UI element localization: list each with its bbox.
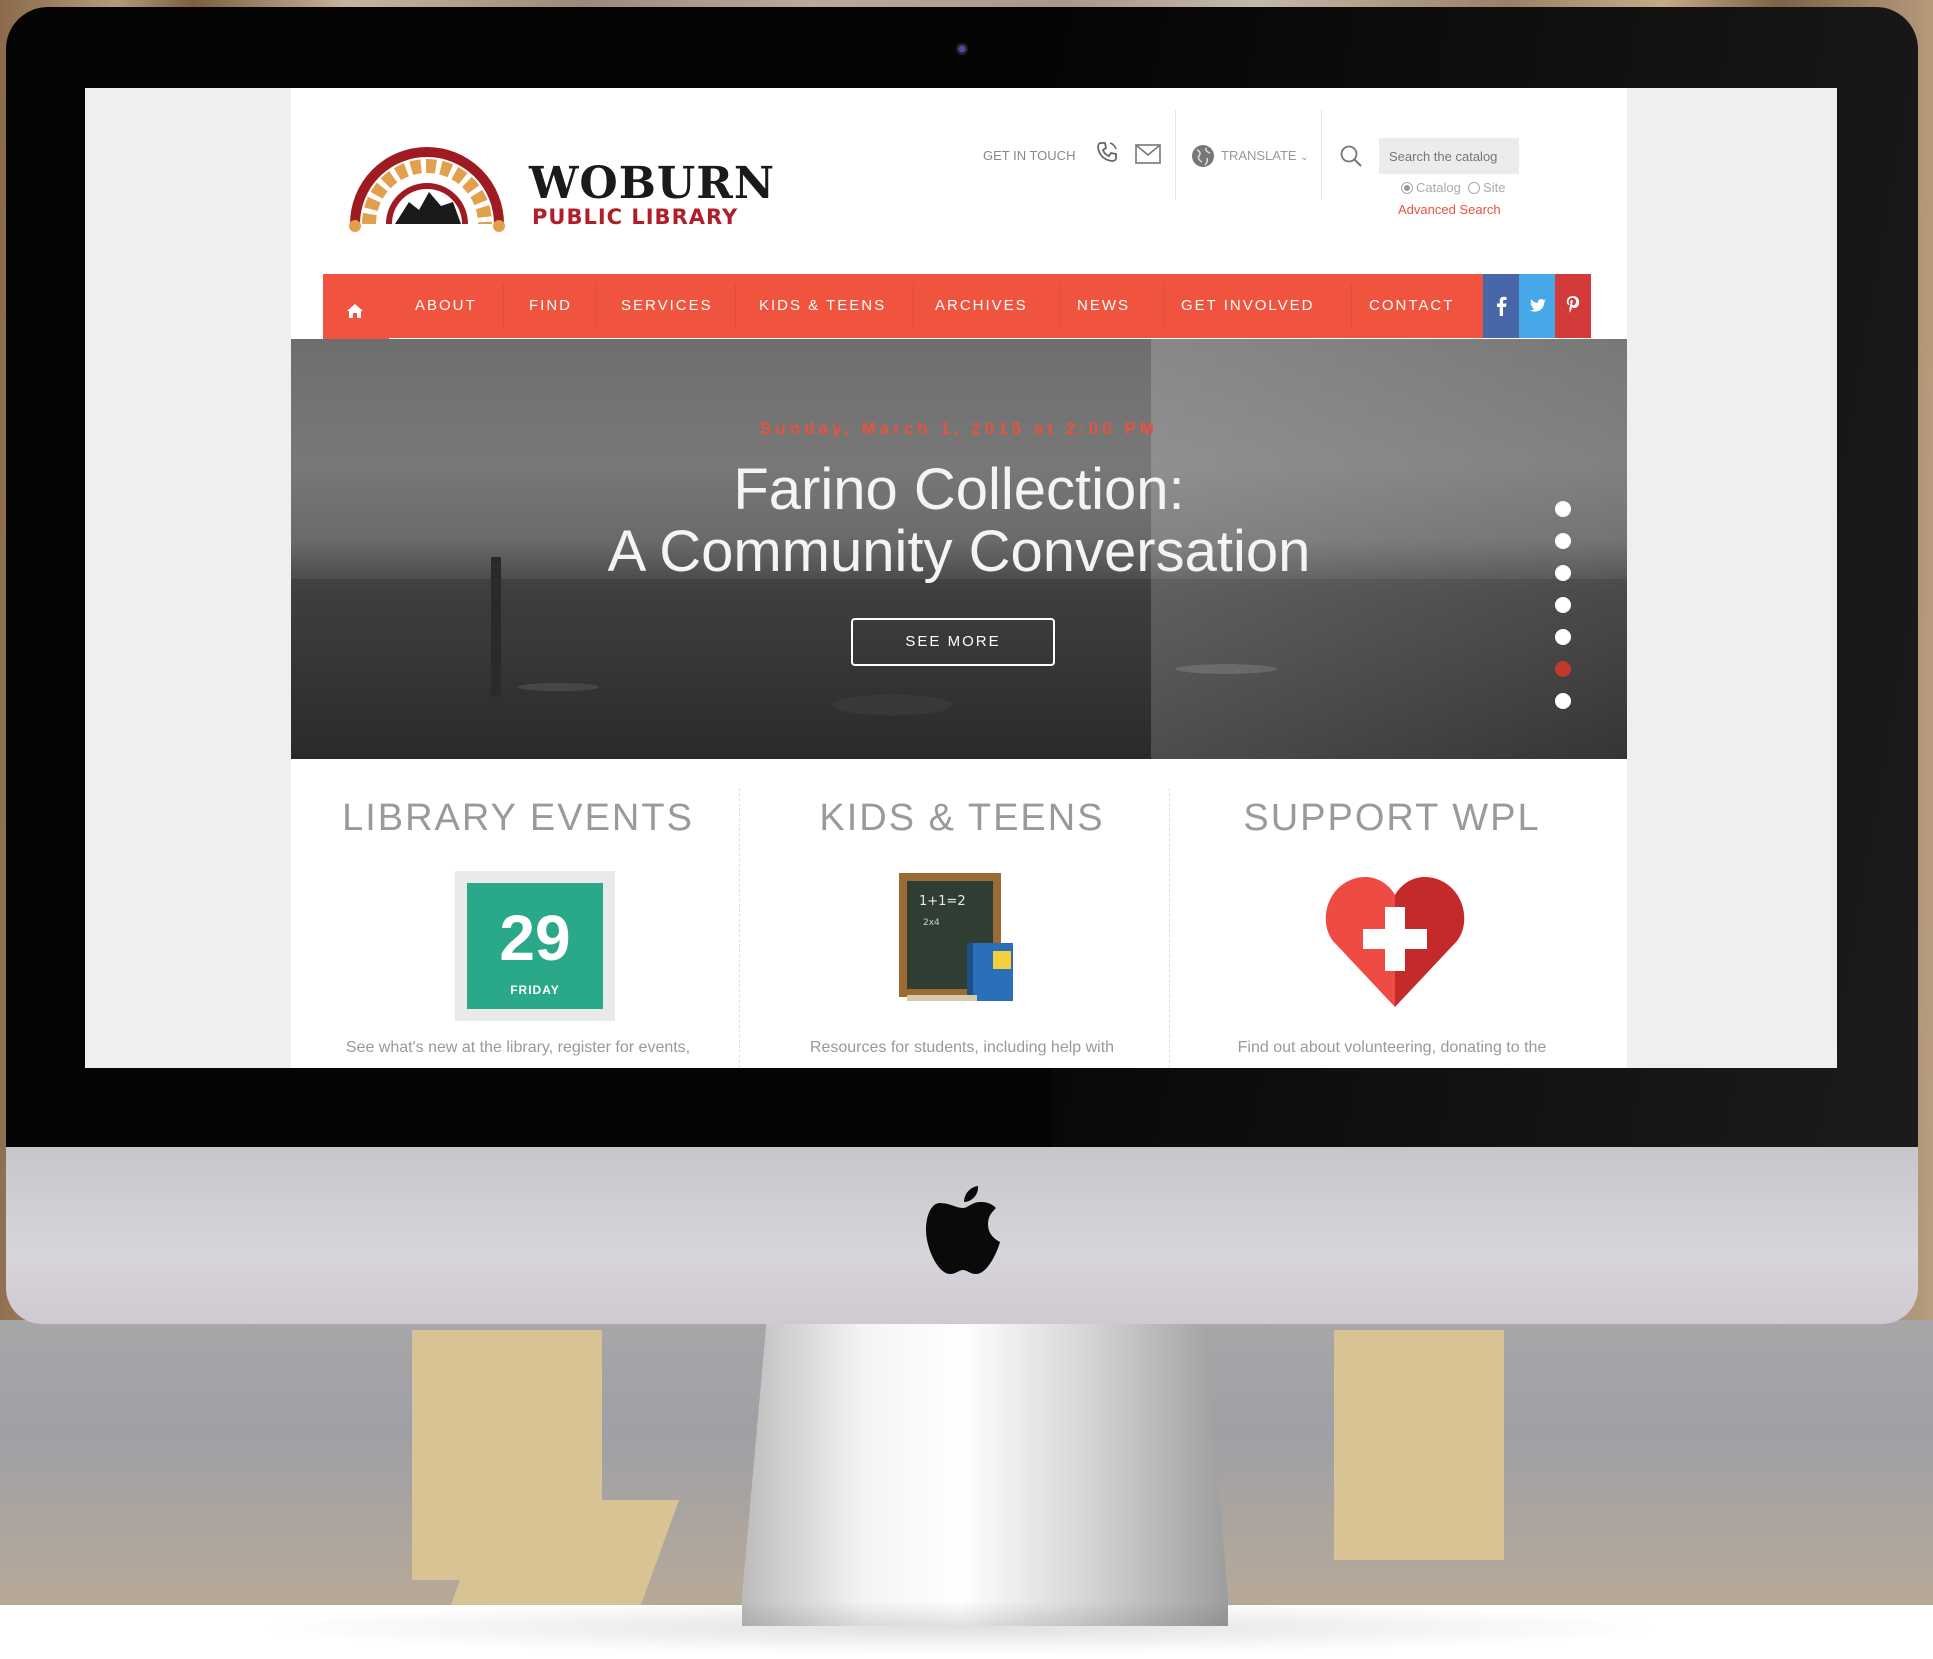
hero-date: Sunday, March 1, 2015 at 2:00 PM: [760, 419, 1158, 438]
hero-title: Farino Collection: A Community Conversat…: [291, 459, 1627, 583]
svg-text:2x4: 2x4: [923, 918, 940, 928]
slider-dot[interactable]: [1555, 565, 1571, 581]
advanced-search-link[interactable]: Advanced Search: [1398, 202, 1501, 217]
feature-description: See what's new at the library, register …: [345, 1039, 691, 1056]
nav-divider: [1163, 284, 1164, 328]
radio-site[interactable]: [1468, 181, 1481, 194]
search-icon[interactable]: [1339, 144, 1363, 168]
webpage: WOBURN PUBLIC LIBRARY GET IN TOUCH TRANS…: [291, 88, 1627, 1068]
twitter-icon: [1530, 299, 1546, 312]
nav-item-kids-teens[interactable]: KIDS & TEENS: [759, 274, 886, 338]
screen: WOBURN PUBLIC LIBRARY GET IN TOUCH TRANS…: [85, 88, 1837, 1068]
table-front: [450, 1500, 680, 1605]
nav-item-about[interactable]: ABOUT: [415, 274, 477, 338]
slider-dot[interactable]: [1555, 501, 1571, 517]
nav-item-services[interactable]: SERVICES: [621, 274, 713, 338]
chalkboard-icon[interactable]: 1+1=2 2x4: [897, 871, 1027, 1006]
feature-title[interactable]: LIBRARY EVENTS: [303, 797, 733, 840]
apple-logo-icon: [926, 1186, 1000, 1274]
library-logo-icon[interactable]: [345, 132, 509, 232]
calendar-number: 29: [499, 902, 571, 974]
nav-item-news[interactable]: NEWS: [1077, 274, 1130, 338]
logo-title[interactable]: WOBURN: [529, 158, 775, 209]
nav-divider: [1059, 284, 1060, 328]
feature-title[interactable]: SUPPORT WPL: [1177, 797, 1607, 840]
main-nav: ABOUT FIND SERVICES KIDS & TEENS ARCHIVE…: [323, 274, 1591, 349]
feature-library-events[interactable]: LIBRARY EVENTS 29 FRIDAY See what's new …: [303, 759, 733, 1068]
feature-title[interactable]: KIDS & TEENS: [747, 797, 1177, 840]
radio-catalog-label[interactable]: Catalog: [1416, 180, 1461, 195]
translate-label: TRANSLATE: [1221, 148, 1297, 163]
logo-subtitle[interactable]: PUBLIC LIBRARY: [532, 205, 738, 229]
svg-text:1+1=2: 1+1=2: [919, 894, 966, 909]
column-divider: [1169, 788, 1170, 1068]
hero-title-line2: A Community Conversation: [607, 519, 1311, 584]
radio-site-label[interactable]: Site: [1483, 180, 1505, 195]
radio-catalog[interactable]: [1401, 181, 1413, 194]
chevron-down-icon: ⌄: [1300, 152, 1309, 163]
feature-kids-teens[interactable]: KIDS & TEENS 1+1=2 2x4 Resources for stu…: [747, 759, 1177, 1068]
slider-dot[interactable]: [1555, 533, 1571, 549]
slider-dot[interactable]: [1555, 693, 1571, 709]
slider-dot-active[interactable]: [1555, 661, 1571, 677]
feature-support-wpl[interactable]: SUPPORT WPL Find out about volunteering,…: [1177, 759, 1607, 1068]
slider-dot[interactable]: [1555, 597, 1571, 613]
search-scope: Catalog Site: [1401, 180, 1505, 195]
heart-plus-icon[interactable]: [1325, 871, 1465, 1007]
slider-dot[interactable]: [1555, 629, 1571, 645]
hero-title-line1: Farino Collection:: [733, 457, 1185, 522]
slider-dots: [1555, 501, 1573, 725]
mail-icon[interactable]: [1135, 144, 1161, 164]
translate-dropdown[interactable]: TRANSLATE ⌄: [1221, 148, 1309, 163]
nav-home-button[interactable]: [323, 274, 389, 349]
nav-divider: [503, 284, 504, 328]
header-divider: [1321, 110, 1322, 200]
calendar-icon[interactable]: 29 FRIDAY: [455, 871, 615, 1021]
hero-slider: Sunday, March 1, 2015 at 2:00 PM Farino …: [291, 339, 1627, 759]
phone-icon[interactable]: [1095, 140, 1119, 164]
camera: [956, 43, 968, 55]
calendar-face: 29 FRIDAY: [467, 883, 603, 1009]
home-icon: [347, 304, 363, 318]
nav-item-get-involved[interactable]: GET INVOLVED: [1181, 274, 1314, 338]
get-in-touch-label: GET IN TOUCH: [983, 148, 1076, 163]
feature-description: Find out about volunteering, donating to…: [1237, 1039, 1547, 1056]
facebook-icon: [1497, 296, 1507, 316]
nav-divider: [595, 284, 596, 328]
nav-item-find[interactable]: FIND: [529, 274, 572, 338]
twitter-button[interactable]: [1519, 274, 1555, 338]
desk-right: [1334, 1330, 1504, 1560]
nav-divider: [735, 284, 736, 328]
feature-description: Resources for students, including help w…: [809, 1039, 1115, 1056]
search-input[interactable]: [1379, 138, 1519, 174]
nav-item-contact[interactable]: CONTACT: [1369, 274, 1454, 338]
header-divider: [1175, 110, 1176, 200]
column-divider: [739, 788, 740, 1068]
stand-shadow: [245, 1600, 1675, 1655]
pinterest-icon: [1566, 296, 1580, 313]
see-more-button[interactable]: SEE MORE: [851, 618, 1055, 666]
monitor-stand: [742, 1324, 1228, 1626]
globe-icon[interactable]: [1191, 144, 1215, 168]
nav-divider: [913, 284, 914, 328]
facebook-button[interactable]: [1483, 274, 1519, 338]
pinterest-button[interactable]: [1555, 274, 1591, 338]
calendar-day: FRIDAY: [510, 983, 560, 997]
nav-divider: [1351, 284, 1352, 328]
nav-item-archives[interactable]: ARCHIVES: [935, 274, 1028, 338]
